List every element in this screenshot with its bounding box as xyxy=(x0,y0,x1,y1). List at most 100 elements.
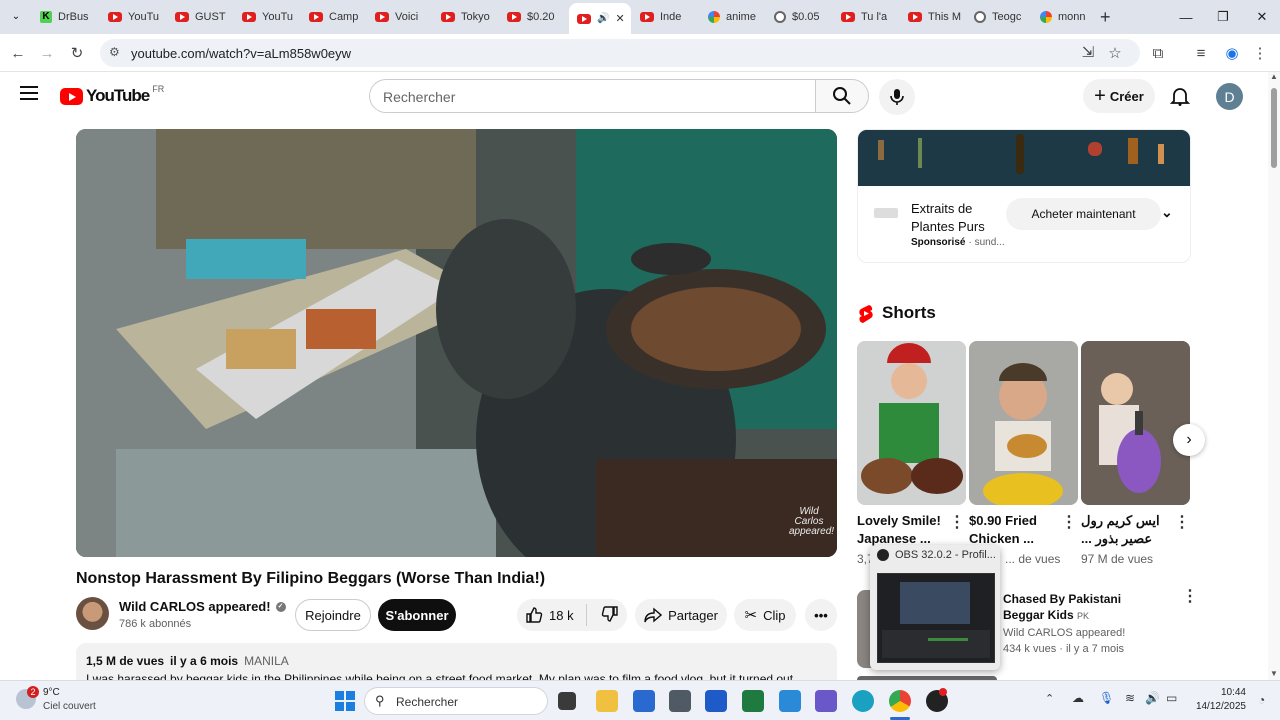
new-tab-plus-icon[interactable]: + xyxy=(1100,7,1111,28)
azure-icon[interactable] xyxy=(705,690,727,712)
short-thumbnail-1[interactable] xyxy=(857,341,966,505)
close-window-icon[interactable]: ✕ xyxy=(1242,0,1280,34)
browser-tab[interactable]: anime xyxy=(700,5,766,29)
hamburger-menu-icon[interactable] xyxy=(20,86,38,102)
store-icon[interactable] xyxy=(633,690,655,712)
globe-icon xyxy=(974,11,986,23)
location-tag[interactable]: MANILA xyxy=(244,654,289,668)
account-avatar[interactable]: D xyxy=(1216,83,1243,110)
media-control-icon[interactable]: ≡ xyxy=(1190,42,1212,64)
thumbs-up-icon xyxy=(526,607,543,623)
show-hidden-icons-chevron-icon[interactable]: ⌃ xyxy=(1045,692,1054,705)
weather-condition[interactable]: Ciel couvert xyxy=(43,701,96,712)
voice-search-button[interactable] xyxy=(879,79,915,115)
scrollbar-thumb[interactable] xyxy=(1271,88,1277,168)
battery-icon[interactable]: ▭ xyxy=(1166,691,1177,705)
browser-tab[interactable]: YouTu xyxy=(234,5,300,29)
extensions-icon[interactable]: ⧉ xyxy=(1147,42,1169,64)
forward-arrow-icon[interactable]: → xyxy=(36,42,58,64)
shorts-next-arrow-icon[interactable]: › xyxy=(1173,424,1205,456)
share-button[interactable]: Partager xyxy=(635,599,727,631)
related-menu-kebab-icon[interactable]: ⋮ xyxy=(1182,589,1198,605)
bookmark-star-icon[interactable]: ☆ xyxy=(1104,42,1126,64)
subscribe-button[interactable]: S'abonner xyxy=(378,599,456,631)
like-button[interactable]: 18 k xyxy=(525,606,574,624)
shop-now-button[interactable]: Acheter maintenant xyxy=(1006,198,1161,230)
youtube-logo[interactable]: YouTube FR xyxy=(60,84,164,106)
browser-tab[interactable]: Camp xyxy=(301,5,367,29)
browser-tab[interactable]: $0.20 xyxy=(499,5,565,29)
sponsored-ad-card[interactable]: Extraits de Plantes Purs Sponsorisé · su… xyxy=(857,129,1191,263)
join-button[interactable]: Rejoindre xyxy=(295,599,371,631)
short-thumbnail-2[interactable] xyxy=(969,341,1078,505)
onedrive-icon[interactable]: ☁ xyxy=(1072,691,1084,705)
teams-icon[interactable] xyxy=(815,690,837,712)
create-button[interactable]: + Créer xyxy=(1083,79,1155,113)
scroll-up-arrow-icon[interactable]: ▲ xyxy=(1270,72,1278,81)
video-title: Nonstop Harassment By Filipino Beggars (… xyxy=(76,570,546,587)
browser-tab[interactable]: $0.05 xyxy=(766,5,832,29)
clock-time[interactable]: 10:44 xyxy=(1218,687,1246,698)
scroll-down-arrow-icon[interactable]: ▼ xyxy=(1270,669,1278,678)
notification-center-icon[interactable]: ◔ xyxy=(1258,693,1265,707)
wifi-icon[interactable]: ≋ xyxy=(1125,691,1135,705)
short-menu-kebab-icon-3[interactable]: ⋮ xyxy=(1174,515,1190,531)
browser-tab[interactable]: K DrBus xyxy=(32,5,98,29)
taskbar-search-box[interactable]: ⚲ Rechercher xyxy=(364,687,548,715)
search-input[interactable]: Rechercher xyxy=(369,79,816,113)
browser-tab[interactable]: Teogc xyxy=(966,5,1032,29)
close-tab-icon[interactable]: ✕ xyxy=(615,12,624,25)
browser-tab[interactable]: This M xyxy=(900,5,966,29)
volume-icon[interactable]: 🔊 xyxy=(1145,691,1160,705)
clock-date[interactable]: 14/12/2025 xyxy=(1192,701,1246,712)
install-app-icon[interactable]: ⇲ xyxy=(1077,41,1099,63)
short-title-1[interactable]: Lovely Smile! Japanese ... xyxy=(857,512,947,548)
short-title-2[interactable]: $0.90 Fried Chicken ... xyxy=(969,512,1059,548)
obs-window-preview[interactable]: OBS 32.0.2 - Profil... xyxy=(870,545,1000,670)
reload-icon[interactable]: ↻ xyxy=(66,42,88,64)
channel-name-link[interactable]: Wild CARLOS appeared! ✓ xyxy=(119,599,286,614)
file-explorer-icon[interactable] xyxy=(596,690,618,712)
more-actions-button[interactable]: ••• xyxy=(805,599,837,631)
excel-icon[interactable] xyxy=(742,690,764,712)
related-video-title-link[interactable]: Chased By Pakistani Beggar Kids PK xyxy=(1003,591,1163,624)
task-view-icon[interactable] xyxy=(558,692,576,710)
edge-icon[interactable] xyxy=(852,690,874,712)
browser-tab[interactable]: YouTu xyxy=(100,5,166,29)
restore-icon[interactable]: ❐ xyxy=(1203,0,1243,34)
profile-icon[interactable]: ◉ xyxy=(1221,42,1243,64)
globe-icon xyxy=(774,11,786,23)
site-info-icon[interactable]: ⚙ xyxy=(109,45,120,59)
back-arrow-icon[interactable]: ← xyxy=(7,42,29,64)
clip-button[interactable]: ✂ Clip xyxy=(734,599,796,631)
browser-tab[interactable]: Tokyo xyxy=(433,5,499,29)
notifications-bell-icon[interactable] xyxy=(1169,86,1191,111)
video-player[interactable]: Wild Carlos appeared! xyxy=(76,129,837,557)
dislike-button[interactable] xyxy=(601,605,619,626)
browser-menu-icon[interactable]: ⋮ xyxy=(1249,42,1271,64)
short-menu-kebab-icon-2[interactable]: ⋮ xyxy=(1061,515,1077,531)
short-menu-kebab-icon-1[interactable]: ⋮ xyxy=(949,515,965,531)
short-title-3[interactable]: ایس کریم رول عصیر بذور ... xyxy=(1081,512,1171,548)
browser-tab[interactable]: Voici xyxy=(367,5,433,29)
browser-tab[interactable]: Tu l'a xyxy=(833,5,899,29)
microphone-tray-icon[interactable]: 🎙 xyxy=(1099,691,1114,705)
browser-tab[interactable]: monn xyxy=(1032,5,1098,29)
page-scrollbar[interactable]: ▲ ▼ xyxy=(1268,72,1280,680)
vscode-icon[interactable] xyxy=(779,690,801,712)
browser-tab[interactable]: GUST xyxy=(167,5,233,29)
browser-tab[interactable]: Inde xyxy=(632,5,698,29)
browser-tab[interactable]: 🔊 ✕ xyxy=(569,3,631,34)
expand-chevron-icon[interactable]: ⌄ xyxy=(1161,204,1173,221)
tab-list-chevron-icon[interactable]: ⌄ xyxy=(8,9,24,25)
tab-audio-icon[interactable]: 🔊 xyxy=(597,13,609,24)
windows-start-icon[interactable] xyxy=(335,691,355,711)
app-icon[interactable] xyxy=(669,690,691,712)
weather-temperature[interactable]: 9°C xyxy=(43,687,60,698)
address-bar[interactable]: ⚙ youtube.com/watch?v=aLm858w0eyw xyxy=(100,39,1140,67)
channel-avatar[interactable] xyxy=(76,597,109,630)
chrome-icon[interactable] xyxy=(889,690,911,712)
minimize-icon[interactable]: — xyxy=(1166,0,1206,34)
short-thumbnail-3[interactable] xyxy=(1081,341,1190,505)
search-button[interactable] xyxy=(815,79,869,113)
